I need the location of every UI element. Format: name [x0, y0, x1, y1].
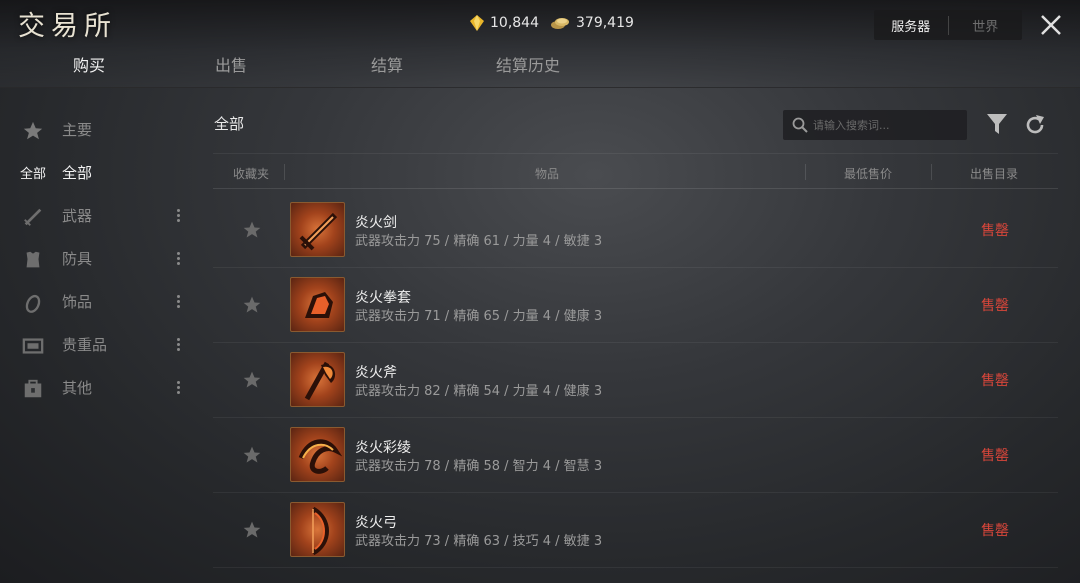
- server-option[interactable]: 服务器: [874, 16, 948, 35]
- sidebar-item-label: 其他: [62, 379, 93, 397]
- exchange-logo: 交易所: [18, 11, 117, 42]
- flame-sword-icon: [299, 212, 338, 251]
- column-item[interactable]: 物品: [535, 165, 559, 182]
- page-title: 全部: [214, 115, 245, 133]
- item-stats: 武器攻击力 73 / 精确 63 / 技巧 4 / 敏捷 3: [355, 534, 603, 549]
- bag-icon: [24, 379, 42, 398]
- table-row[interactable]: 炎火拳套 武器攻击力 71 / 精确 65 / 力量 4 / 健康 3 售罄: [213, 268, 1058, 343]
- sidebar-item-label: 武器: [62, 207, 93, 225]
- chest-icon: [22, 338, 44, 354]
- column-sell-listing[interactable]: 出售目录: [970, 165, 1018, 182]
- sidebar-item-all[interactable]: 全部 全部: [0, 151, 200, 194]
- close-icon[interactable]: [1038, 12, 1064, 38]
- sidebar-item-label: 全部: [62, 164, 93, 182]
- more-options-icon[interactable]: [174, 336, 182, 354]
- favorite-star-icon[interactable]: [242, 445, 262, 465]
- item-name: 炎火弓: [355, 515, 397, 531]
- item-thumbnail: [290, 352, 345, 407]
- item-stats: 武器攻击力 78 / 精确 58 / 智力 4 / 智慧 3: [355, 459, 603, 474]
- column-lowest-price[interactable]: 最低售价: [844, 165, 892, 182]
- more-options-icon[interactable]: [174, 207, 182, 225]
- tab-buy[interactable]: 购买: [73, 52, 105, 76]
- more-options-icon[interactable]: [174, 250, 182, 268]
- ring-icon: [25, 294, 41, 313]
- sold-out-status: 售罄: [981, 373, 1009, 389]
- more-options-icon[interactable]: [174, 293, 182, 311]
- sold-out-status: 售罄: [981, 448, 1009, 464]
- favorite-star-icon[interactable]: [242, 520, 262, 540]
- flame-ribbon-icon: [298, 439, 343, 474]
- item-name: 炎火彩绫: [355, 440, 411, 456]
- item-list: 炎火剑 武器攻击力 75 / 精确 61 / 力量 4 / 敏捷 3 售罄 炎火…: [213, 193, 1058, 568]
- item-thumbnail: [290, 277, 345, 332]
- item-stats: 武器攻击力 75 / 精确 61 / 力量 4 / 敏捷 3: [355, 234, 603, 249]
- favorite-star-icon[interactable]: [242, 220, 262, 240]
- item-stats: 武器攻击力 71 / 精确 65 / 力量 4 / 健康 3: [355, 309, 603, 324]
- star-icon: [23, 121, 43, 140]
- sidebar-item-label: 防具: [62, 250, 93, 268]
- tab-settle-history[interactable]: 结算历史: [496, 52, 560, 76]
- favorite-star-icon[interactable]: [242, 370, 262, 390]
- sidebar-item-valuables[interactable]: 贵重品: [0, 323, 200, 366]
- armor-icon: [26, 251, 40, 268]
- favorite-star-icon[interactable]: [242, 295, 262, 315]
- sidebar-item-label: 主要: [62, 121, 93, 139]
- table-row[interactable]: 炎火斧 武器攻击力 82 / 精确 54 / 力量 4 / 健康 3 售罄: [213, 343, 1058, 418]
- sidebar-item-accessories[interactable]: 饰品: [0, 280, 200, 323]
- tab-sell[interactable]: 出售: [215, 52, 247, 76]
- more-options-icon[interactable]: [174, 379, 182, 397]
- item-thumbnail: [290, 502, 345, 557]
- item-name: 炎火拳套: [355, 290, 411, 306]
- flame-gauntlet-icon: [305, 292, 333, 318]
- item-name: 炎火斧: [355, 365, 397, 381]
- table-row[interactable]: 炎火彩绫 武器攻击力 78 / 精确 58 / 智力 4 / 智慧 3 售罄: [213, 418, 1058, 493]
- sidebar-item-weapons[interactable]: 武器: [0, 194, 200, 237]
- refresh-icon[interactable]: [1023, 113, 1047, 137]
- search-icon: [792, 117, 808, 133]
- sidebar-item-label: 贵重品: [62, 336, 108, 354]
- sidebar-item-armor[interactable]: 防具: [0, 237, 200, 280]
- item-thumbnail: [290, 427, 345, 482]
- category-sidebar: 主要 全部 全部 武器 防具 饰品 贵重品 其他: [0, 108, 200, 409]
- sold-out-status: 售罄: [981, 523, 1009, 539]
- sold-out-status: 售罄: [981, 223, 1009, 239]
- search-input[interactable]: [813, 116, 961, 134]
- gold-amount: 10,844: [490, 15, 539, 31]
- search-box: [783, 110, 967, 140]
- table-row[interactable]: 炎火剑 武器攻击力 75 / 精确 61 / 力量 4 / 敏捷 3 售罄: [213, 193, 1058, 268]
- sidebar-item-label: 饰品: [62, 293, 93, 311]
- table-row[interactable]: 炎火弓 武器攻击力 73 / 精确 63 / 技巧 4 / 敏捷 3 售罄: [213, 493, 1058, 568]
- filter-icon[interactable]: [986, 112, 1008, 136]
- table-header: 收藏夹 物品 最低售价 出售目录: [213, 153, 1058, 189]
- silver-amount: 379,419: [576, 15, 634, 31]
- item-stats: 武器攻击力 82 / 精确 54 / 力量 4 / 健康 3: [355, 384, 603, 399]
- main-tabs: 购买 出售 结算 结算历史: [0, 52, 1080, 82]
- gold-gem-icon: [470, 15, 484, 31]
- item-thumbnail: [290, 202, 345, 257]
- world-option[interactable]: 世界: [947, 15, 1023, 35]
- coins-icon: [551, 18, 569, 29]
- flame-axe-icon: [304, 361, 336, 401]
- server-world-toggle[interactable]: 服务器 世界: [874, 10, 1022, 40]
- gold-currency: 10,844: [470, 15, 539, 31]
- sword-icon: [24, 208, 42, 226]
- sold-out-status: 售罄: [981, 298, 1009, 314]
- column-favorites[interactable]: 收藏夹: [233, 165, 269, 182]
- flame-bow-icon: [311, 506, 329, 556]
- silver-currency: 379,419: [550, 15, 634, 31]
- sidebar-item-other[interactable]: 其他: [0, 366, 200, 409]
- item-name: 炎火剑: [355, 215, 397, 231]
- sidebar-item-main[interactable]: 主要: [0, 108, 200, 151]
- tab-settle[interactable]: 结算: [371, 52, 403, 76]
- sidebar-item-prefix: 全部: [20, 167, 47, 182]
